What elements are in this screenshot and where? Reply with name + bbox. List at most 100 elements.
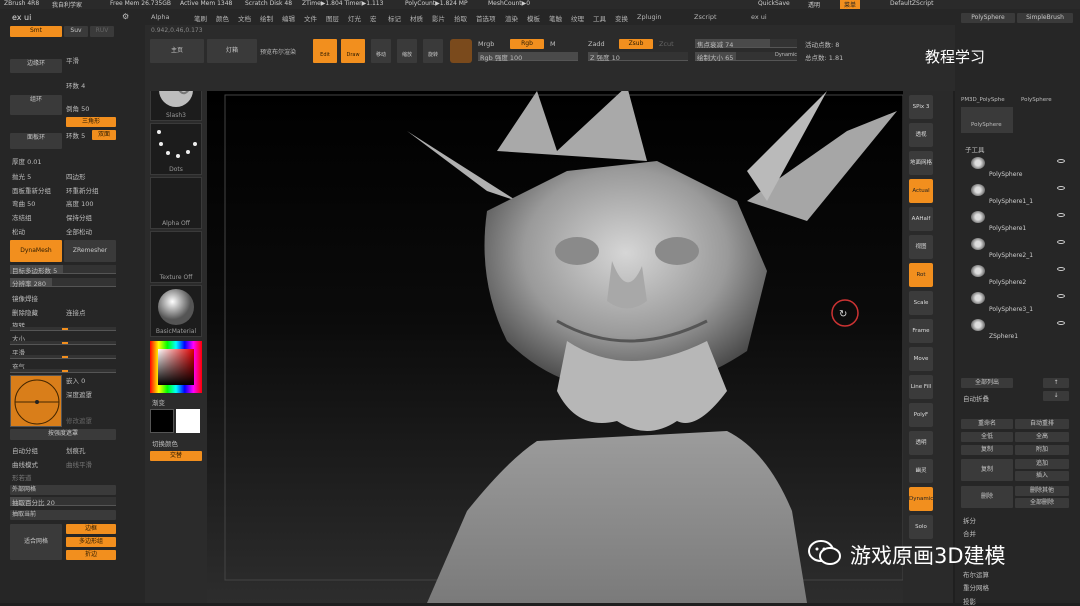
zcut-button[interactable]: Zcut bbox=[659, 40, 674, 48]
polygroup-option[interactable]: 多边形组 bbox=[66, 537, 116, 547]
delete-button[interactable]: 删除 bbox=[961, 486, 1013, 508]
menu-item[interactable]: 影片 bbox=[432, 13, 445, 23]
menu-item[interactable]: 灯光 bbox=[348, 13, 361, 23]
menu-item[interactable]: Zscript bbox=[694, 13, 717, 21]
paste-button[interactable]: 附加 bbox=[1015, 445, 1069, 455]
auto-collapse-button[interactable]: 自动折叠 bbox=[963, 393, 989, 403]
extract-current-button[interactable]: 抽取当前 bbox=[10, 510, 116, 520]
dynamic-button[interactable]: Dynamic bbox=[775, 52, 797, 58]
crease-option[interactable]: 折边 bbox=[66, 550, 116, 560]
main-color-swatch[interactable] bbox=[176, 409, 200, 433]
delete-all-button[interactable]: 全部删除 bbox=[1015, 498, 1069, 508]
color-square[interactable] bbox=[158, 349, 194, 385]
eye-icon[interactable] bbox=[1057, 159, 1065, 163]
all-low-button[interactable]: 全低 bbox=[961, 432, 1013, 442]
panel-loops-button[interactable]: 面板环 bbox=[10, 133, 62, 149]
subtool-row[interactable]: PolySphere bbox=[961, 155, 1071, 181]
fit-mesh-button[interactable]: 适合网格 bbox=[10, 524, 62, 560]
reuv-button[interactable]: RUV bbox=[90, 26, 114, 37]
menu-item[interactable]: 笔刷 bbox=[194, 13, 207, 23]
menu-item[interactable]: 标记 bbox=[388, 13, 401, 23]
list-all-button[interactable]: 全部列出 bbox=[961, 378, 1013, 388]
dynamesh-button[interactable]: DynaMesh bbox=[10, 240, 62, 262]
view-tool-button[interactable]: 透明 bbox=[909, 431, 933, 455]
duplicate-button[interactable]: 复制 bbox=[961, 459, 1013, 481]
mirror-weld-button[interactable]: 镜像焊接 bbox=[12, 293, 38, 303]
eye-icon[interactable] bbox=[1057, 294, 1065, 298]
tab-simplebrush[interactable]: SimpleBrush bbox=[1017, 13, 1073, 23]
draw-button[interactable]: Draw bbox=[341, 39, 365, 63]
subtool-row[interactable]: PolySphere1_1 bbox=[961, 182, 1071, 208]
project-button[interactable]: 投影 bbox=[963, 596, 976, 606]
close-holes-button[interactable]: 连接点 bbox=[66, 307, 86, 317]
tab-polysphere[interactable]: PolySphere bbox=[961, 13, 1015, 23]
tool-polysphere[interactable]: PolySphere bbox=[1021, 97, 1052, 103]
subtool-row[interactable]: PolySphere1 bbox=[961, 209, 1071, 235]
settings-icon[interactable]: ⚙ bbox=[122, 12, 129, 21]
rotate-slider[interactable] bbox=[10, 327, 116, 331]
menu-item[interactable]: ex ui bbox=[751, 13, 767, 21]
suv-button[interactable]: Suv bbox=[64, 26, 88, 37]
merge-button[interactable]: 合并 bbox=[963, 528, 976, 538]
edit-button[interactable]: Edit bbox=[313, 39, 337, 63]
scale-button[interactable]: 缩放 bbox=[397, 39, 417, 63]
zsub-button[interactable]: Zsub bbox=[619, 39, 653, 49]
viewport-canvas[interactable]: ↻ bbox=[207, 91, 907, 603]
delete-hidden-button[interactable]: 删除隐藏 bbox=[12, 307, 38, 317]
view-tool-button[interactable]: SPix 3 bbox=[909, 95, 933, 119]
menu-item[interactable]: 工具 bbox=[593, 13, 606, 23]
zadd-button[interactable]: Zadd bbox=[588, 40, 605, 48]
eye-icon[interactable] bbox=[1057, 240, 1065, 244]
subtool-row[interactable]: ZSphere1 bbox=[961, 317, 1071, 343]
menu-item[interactable]: 材质 bbox=[410, 13, 423, 23]
outer-mesh-button[interactable]: 外部网格 bbox=[10, 485, 116, 495]
quicksave-button[interactable]: QuickSave bbox=[758, 0, 790, 7]
triangle-button[interactable]: 三角形 bbox=[66, 117, 116, 127]
menu-item[interactable]: 模板 bbox=[527, 13, 540, 23]
all-high-button[interactable]: 全高 bbox=[1015, 432, 1069, 442]
menu-item[interactable]: 文件 bbox=[304, 13, 317, 23]
view-tool-button[interactable]: AAHalf bbox=[909, 207, 933, 231]
relax-button[interactable]: 松动 bbox=[12, 226, 25, 236]
alpha-tile[interactable]: Alpha Off bbox=[150, 177, 202, 229]
group-loop-button[interactable]: 组环 bbox=[10, 95, 62, 115]
menu-item[interactable]: 图层 bbox=[326, 13, 339, 23]
color-picker[interactable] bbox=[150, 341, 202, 393]
view-tool-button[interactable]: Move bbox=[909, 347, 933, 371]
default-zscript[interactable]: DefaultZScript bbox=[890, 0, 933, 7]
regroup-loops[interactable]: 环重新分组 bbox=[66, 185, 99, 195]
view-tool-button[interactable]: Actual bbox=[909, 179, 933, 203]
lightbox-button[interactable]: 灯箱 bbox=[207, 39, 257, 63]
edge-loop-button[interactable]: 边缘环 bbox=[10, 59, 62, 73]
view-tool-button[interactable]: Scale bbox=[909, 291, 933, 315]
tool-thumbnail[interactable]: PolySphere bbox=[961, 107, 1013, 133]
view-tool-button[interactable]: 透视 bbox=[909, 123, 933, 147]
copy-button[interactable]: 复制 bbox=[961, 445, 1013, 455]
view-tool-button[interactable]: PolyF bbox=[909, 403, 933, 427]
home-button[interactable]: 主页 bbox=[150, 39, 204, 63]
menu-item[interactable]: 纹理 bbox=[571, 13, 584, 23]
menu-item[interactable]: 拾取 bbox=[454, 13, 467, 23]
remesh-button[interactable]: 重分网格 bbox=[963, 582, 989, 592]
rename-button[interactable]: 重命名 bbox=[961, 419, 1013, 429]
texture-tile[interactable]: Texture Off bbox=[150, 231, 202, 283]
view-tool-button[interactable]: 视图 bbox=[909, 235, 933, 259]
menu-item[interactable]: Alpha bbox=[151, 13, 169, 21]
subtool-row[interactable]: PolySphere2 bbox=[961, 263, 1071, 289]
material-tile[interactable]: BasicMaterial bbox=[150, 285, 202, 337]
keep-groups[interactable]: 保持分组 bbox=[66, 212, 92, 222]
size-slider[interactable] bbox=[10, 341, 116, 345]
relax-all-button[interactable]: 全部松动 bbox=[66, 226, 92, 236]
smooth-slider[interactable] bbox=[10, 355, 116, 359]
eye-icon[interactable] bbox=[1057, 213, 1065, 217]
boolean-button[interactable]: 布尔运算 bbox=[963, 569, 989, 579]
subtool-row[interactable]: PolySphere3_1 bbox=[961, 290, 1071, 316]
auto-group-button[interactable]: 自动分组 bbox=[12, 445, 38, 455]
menu-button[interactable]: 菜单 bbox=[840, 0, 861, 9]
freeze-groups[interactable]: 冻结组 bbox=[12, 212, 32, 222]
view-tool-button[interactable]: Rot bbox=[909, 263, 933, 287]
curve-mode-button[interactable]: 曲线模式 bbox=[12, 459, 38, 469]
rgb-button[interactable]: Rgb bbox=[510, 39, 544, 49]
menu-item[interactable]: 渲染 bbox=[505, 13, 518, 23]
material-sphere-button[interactable] bbox=[450, 39, 472, 63]
